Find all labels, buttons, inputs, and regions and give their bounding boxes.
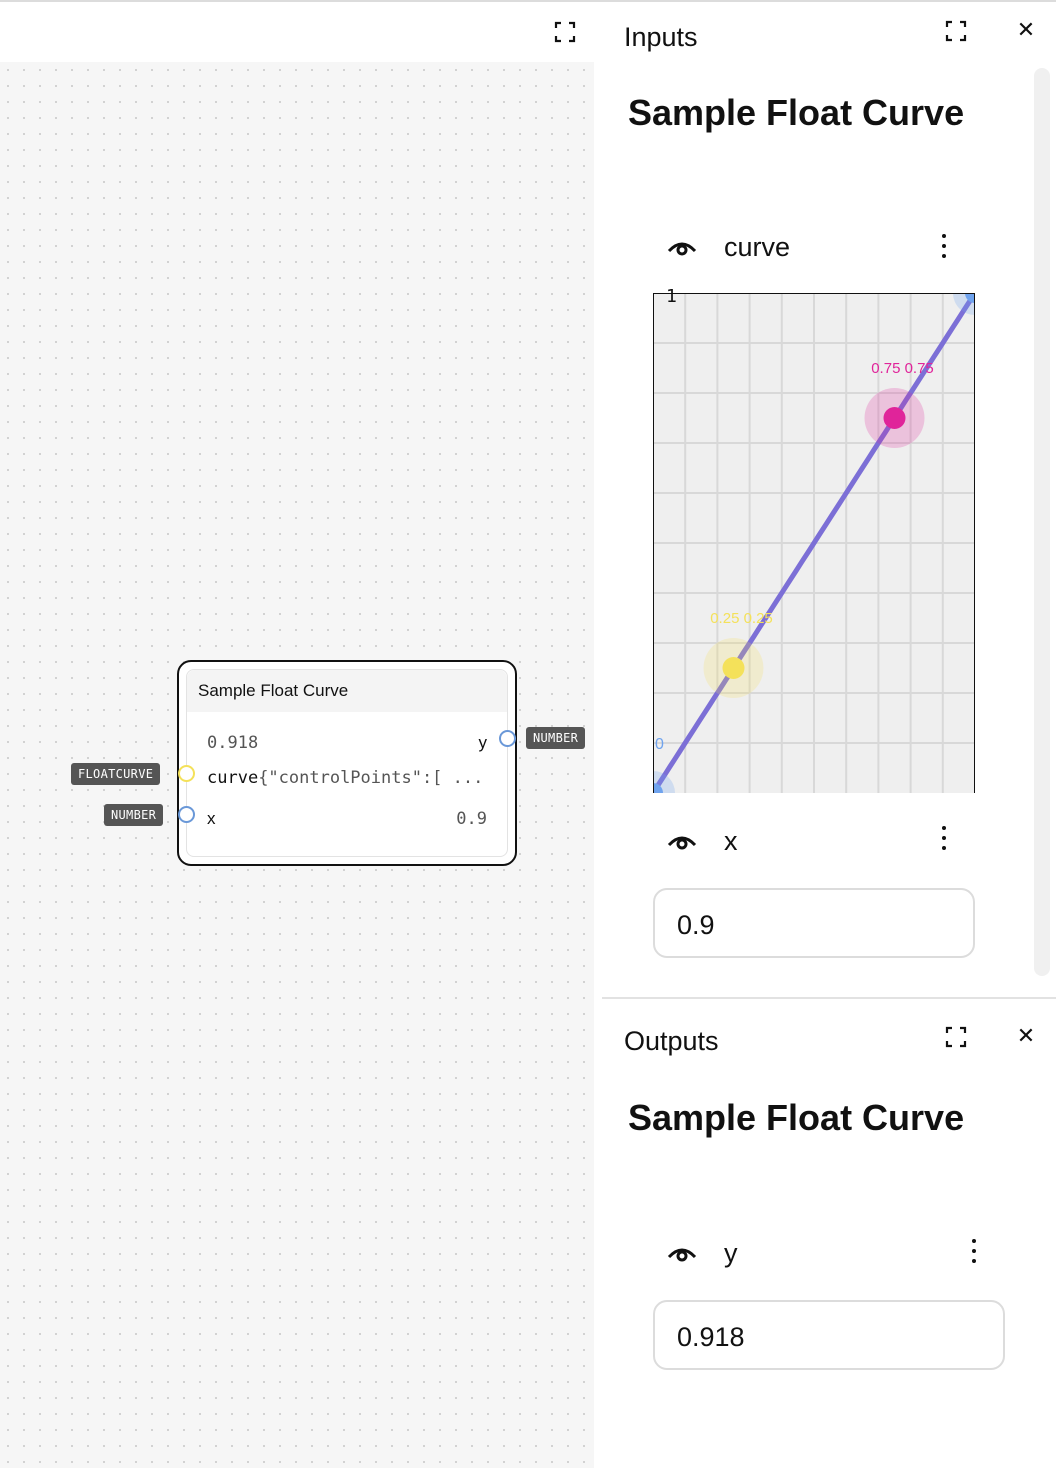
node-x-value: 0.9 <box>456 809 487 829</box>
close-icon: ✕ <box>1016 18 1036 43</box>
y-field-row: y <box>654 1233 954 1273</box>
expand-inputs-button[interactable] <box>943 18 969 44</box>
curve-editor[interactable]: 0.25 0.25 0.75 0.75 1 0 <box>653 286 975 793</box>
control-point <box>883 407 906 429</box>
control-point <box>722 657 745 679</box>
y-value-output: 0.918 <box>653 1300 1005 1370</box>
input-socket-curve[interactable] <box>178 765 195 782</box>
control-point-label: 0.75 0.75 <box>871 360 934 377</box>
output-type-tag: NUMBER <box>526 727 586 749</box>
close-outputs-button[interactable]: ✕ <box>1013 1024 1039 1050</box>
outputs-heading: Sample Float Curve <box>628 1097 965 1138</box>
inputs-panel: Inputs ✕ Sample Float Curve curve 0.25 0… <box>594 2 1056 997</box>
node-curve-row: curve{"controlPoints":[ ... <box>207 768 483 788</box>
curve-field-label: curve <box>724 232 791 262</box>
y-field-label: y <box>724 1238 738 1268</box>
node-x-label: x <box>207 809 216 828</box>
outputs-panel: Outputs ✕ Sample Float Curve y 0.918 <box>594 999 1056 1468</box>
node-output-value: 0.918 <box>207 733 259 753</box>
canvas-header <box>0 2 594 62</box>
node-body: Sample Float Curve 0.918 y curve{"contro… <box>186 669 508 857</box>
expand-outputs-button[interactable] <box>943 1024 969 1050</box>
node-title: Sample Float Curve <box>187 670 507 712</box>
expand-icon <box>945 1026 967 1048</box>
close-inputs-button[interactable]: ✕ <box>1013 18 1039 44</box>
node-curve-value: {"controlPoints":[ ... <box>258 768 484 788</box>
x-field-row: x <box>654 821 954 861</box>
inputs-heading: Sample Float Curve <box>628 92 965 133</box>
close-icon: ✕ <box>1016 1024 1036 1049</box>
inputs-scrollbar[interactable] <box>1034 68 1050 976</box>
node-curve-label: curve <box>207 768 259 788</box>
input-socket-x[interactable] <box>178 806 195 823</box>
expand-canvas-button[interactable] <box>552 19 578 45</box>
x-value-input[interactable]: 0.9 <box>653 888 975 958</box>
curve-field-menu-icon[interactable] <box>941 234 947 264</box>
node-output-name: y <box>478 733 488 752</box>
curve-type-tag: FLOATCURVE <box>71 763 161 785</box>
y-field-menu-icon[interactable] <box>971 1239 977 1269</box>
expand-icon <box>554 21 576 43</box>
x-type-tag: NUMBER <box>104 804 164 826</box>
sample-float-curve-node[interactable]: Sample Float Curve 0.918 y curve{"contro… <box>177 660 517 866</box>
x-field-label: x <box>724 826 738 856</box>
axis-max-label: 1 <box>666 286 677 307</box>
outputs-panel-title: Outputs <box>624 1026 719 1056</box>
control-point-label: 0.25 0.25 <box>710 610 773 627</box>
axis-min-label: 0 <box>655 736 664 753</box>
eye-icon[interactable] <box>666 235 698 259</box>
expand-icon <box>945 20 967 42</box>
x-field-menu-icon[interactable] <box>941 826 947 856</box>
output-socket-y[interactable] <box>499 730 516 747</box>
eye-icon[interactable] <box>666 829 698 853</box>
eye-icon[interactable] <box>666 1241 698 1265</box>
inputs-panel-title: Inputs <box>624 22 698 52</box>
curve-field-row: curve <box>654 227 954 267</box>
